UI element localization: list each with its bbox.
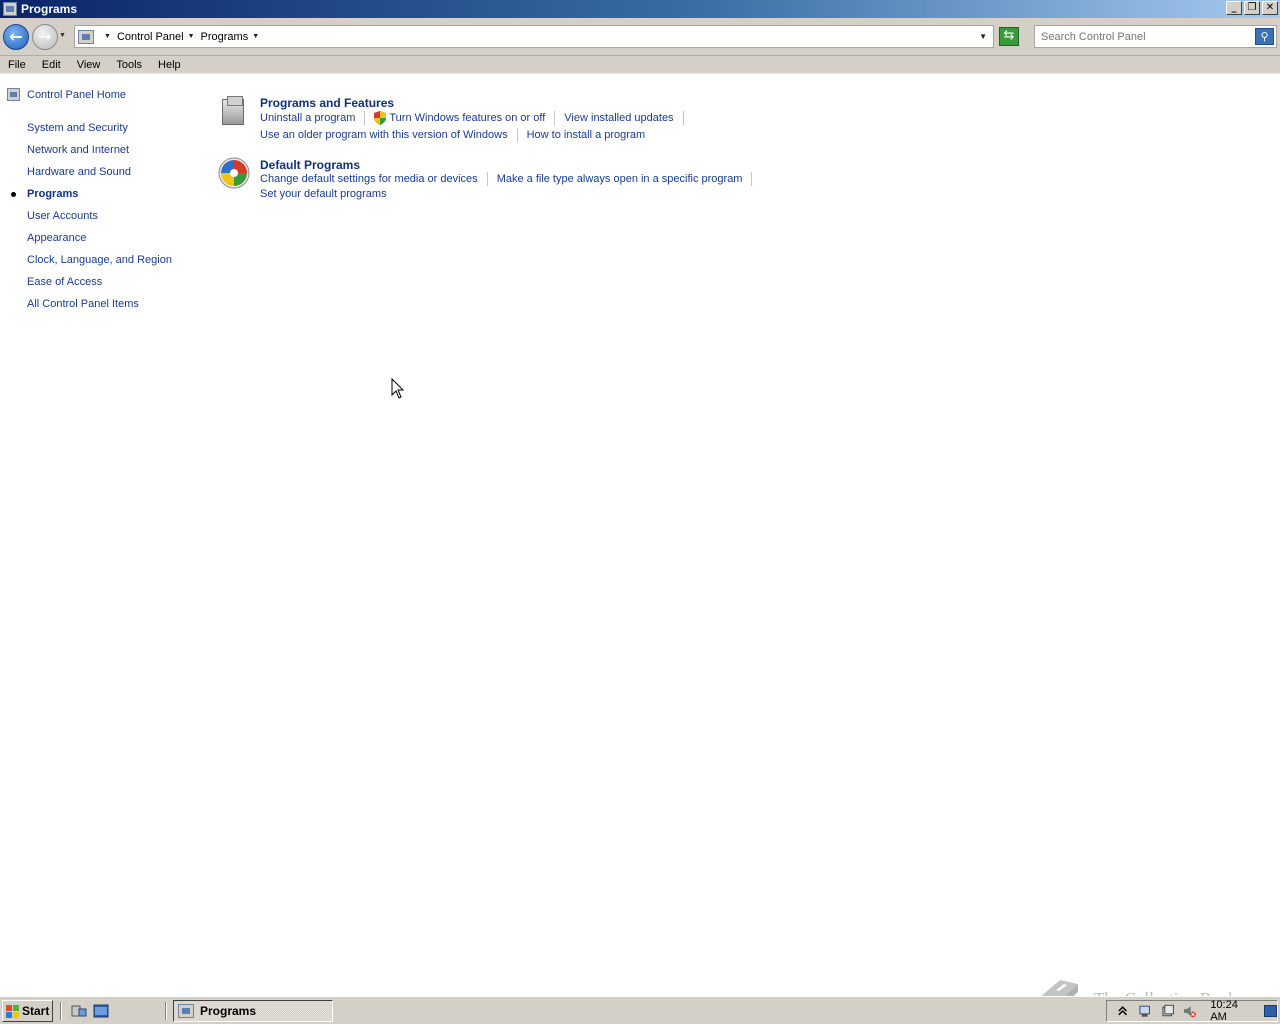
sidebar-item-hardware-sound[interactable]: Hardware and Sound [27, 164, 172, 186]
search-box: ⚲ [1034, 25, 1277, 48]
set-default-programs-link[interactable]: Set your default programs [260, 188, 387, 200]
file-type-association-link[interactable]: Make a file type always open in a specif… [497, 173, 743, 185]
restore-button[interactable]: ❐ [1244, 1, 1260, 15]
link-divider [751, 172, 753, 186]
menu-help[interactable]: Help [150, 59, 189, 71]
default-programs-icon[interactable] [218, 157, 250, 189]
menu-file[interactable]: File [0, 59, 34, 71]
title-bar: Programs _ ❐ ✕ [0, 0, 1280, 18]
change-media-defaults-link[interactable]: Change default settings for media or dev… [260, 173, 478, 185]
taskbar-button-label: Programs [200, 1004, 257, 1018]
menu-tools[interactable]: Tools [108, 59, 150, 71]
taskbar: Start Programs 10:24 AM [0, 996, 1280, 1024]
link-divider [554, 111, 556, 125]
control-panel-icon [7, 88, 20, 101]
default-programs-links-row-1: Change default settings for media or dev… [260, 172, 761, 186]
network-icon[interactable] [1138, 1004, 1151, 1018]
back-button[interactable]: ← [3, 24, 29, 50]
server-manager-icon[interactable] [71, 1004, 87, 1018]
recent-pages-dropdown-icon[interactable]: ▼ [59, 32, 66, 39]
left-navigation-pane: Control Panel Home System and Security N… [0, 74, 200, 996]
sidebar-item-label[interactable]: Hardware and Sound [27, 166, 131, 178]
control-panel-icon [178, 1004, 194, 1018]
sidebar-item-appearance[interactable]: Appearance [27, 230, 172, 252]
show-desktop-icon[interactable] [1263, 1005, 1277, 1017]
address-dropdown-icon[interactable]: ▼ [979, 32, 987, 41]
sidebar-item-label[interactable]: Appearance [27, 232, 86, 244]
breadcrumb-programs[interactable]: Programs [201, 31, 249, 43]
programs-features-links-row-1: Uninstall a program Turn Windows feature… [260, 111, 693, 125]
link-divider [364, 111, 366, 125]
system-tray: 10:24 AM [1106, 999, 1278, 1023]
link-divider [682, 111, 684, 125]
command-prompt-icon[interactable] [93, 1004, 109, 1018]
search-input[interactable] [1035, 26, 1245, 47]
action-center-icon[interactable] [1161, 1004, 1174, 1018]
clock[interactable]: 10:24 AM [1210, 999, 1254, 1023]
windows-features-link[interactable]: Turn Windows features on or off [389, 112, 545, 124]
refresh-button[interactable]: ⇆ [999, 27, 1019, 46]
sidebar-item-label[interactable]: System and Security [27, 122, 128, 134]
chevron-down-icon[interactable]: ▼ [104, 33, 111, 40]
windows-logo-icon [6, 1004, 19, 1018]
window-controls: _ ❐ ✕ [1226, 1, 1278, 15]
address-bar[interactable]: ▼ Control Panel ▼ Programs ▼ ▼ [74, 25, 994, 48]
default-programs-heading[interactable]: Default Programs [260, 158, 360, 172]
sidebar-item-user-accounts[interactable]: User Accounts [27, 208, 172, 230]
sidebar-item-label[interactable]: Ease of Access [27, 276, 102, 288]
uninstall-program-link[interactable]: Uninstall a program [260, 112, 355, 124]
navigation-toolbar: ← → ▼ ▼ Control Panel ▼ Programs ▼ ▼ ⇆ ⚲ [0, 18, 1280, 56]
sidebar-item-label[interactable]: Clock, Language, and Region [27, 254, 172, 266]
minimize-button[interactable]: _ [1226, 1, 1242, 15]
menu-bar: File Edit View Tools Help [0, 56, 1280, 74]
window-title: Programs [21, 2, 78, 16]
sidebar-item-label[interactable]: All Control Panel Items [27, 298, 139, 310]
mouse-pointer-icon [391, 378, 405, 399]
view-installed-updates-link[interactable]: View installed updates [564, 112, 673, 124]
volume-muted-icon[interactable] [1183, 1004, 1196, 1018]
current-page-bullet-icon [11, 192, 16, 197]
uac-shield-icon [374, 111, 387, 125]
forward-button[interactable]: → [32, 24, 58, 50]
sidebar-item-programs[interactable]: Programs [11, 186, 172, 208]
programs-features-heading[interactable]: Programs and Features [260, 96, 394, 110]
sidebar-item-network-internet[interactable]: Network and Internet [27, 142, 172, 164]
category-list: System and Security Network and Internet… [11, 120, 172, 318]
programs-features-icon[interactable] [218, 95, 250, 127]
taskbar-button-programs[interactable]: Programs [173, 1000, 333, 1022]
menu-edit[interactable]: Edit [34, 59, 69, 71]
default-programs-links-row-2: Set your default programs [260, 188, 387, 200]
sidebar-item-system-security[interactable]: System and Security [27, 120, 172, 142]
chevron-down-icon[interactable]: ▼ [188, 33, 195, 40]
sidebar-item-label[interactable]: User Accounts [27, 210, 98, 222]
sidebar-item-all-items[interactable]: All Control Panel Items [27, 296, 172, 318]
link-divider [486, 172, 488, 186]
control-panel-home-link[interactable]: Control Panel Home [7, 88, 126, 101]
control-panel-home-label[interactable]: Control Panel Home [27, 89, 126, 101]
quick-launch-divider [165, 1002, 167, 1020]
sidebar-item-ease-of-access[interactable]: Ease of Access [27, 274, 172, 296]
chevron-down-icon[interactable]: ▼ [252, 33, 259, 40]
show-hidden-icons-icon[interactable] [1116, 1004, 1129, 1018]
control-panel-icon [3, 2, 17, 16]
link-divider [516, 128, 518, 142]
close-button[interactable]: ✕ [1262, 1, 1278, 15]
programs-features-links-row-2: Use an older program with this version o… [260, 128, 645, 142]
sidebar-item-label[interactable]: Network and Internet [27, 144, 129, 156]
start-label: Start [22, 1004, 50, 1018]
search-icon[interactable]: ⚲ [1255, 28, 1274, 45]
start-button[interactable]: Start [2, 1000, 53, 1022]
breadcrumb-control-panel[interactable]: Control Panel [117, 31, 184, 43]
older-program-link[interactable]: Use an older program with this version o… [260, 129, 508, 141]
menu-view[interactable]: View [69, 59, 109, 71]
sidebar-item-clock-language-region[interactable]: Clock, Language, and Region [27, 252, 172, 274]
sidebar-item-label[interactable]: Programs [27, 188, 78, 200]
quick-launch-divider [60, 1002, 62, 1020]
how-to-install-link[interactable]: How to install a program [527, 129, 646, 141]
control-panel-icon [78, 29, 94, 44]
